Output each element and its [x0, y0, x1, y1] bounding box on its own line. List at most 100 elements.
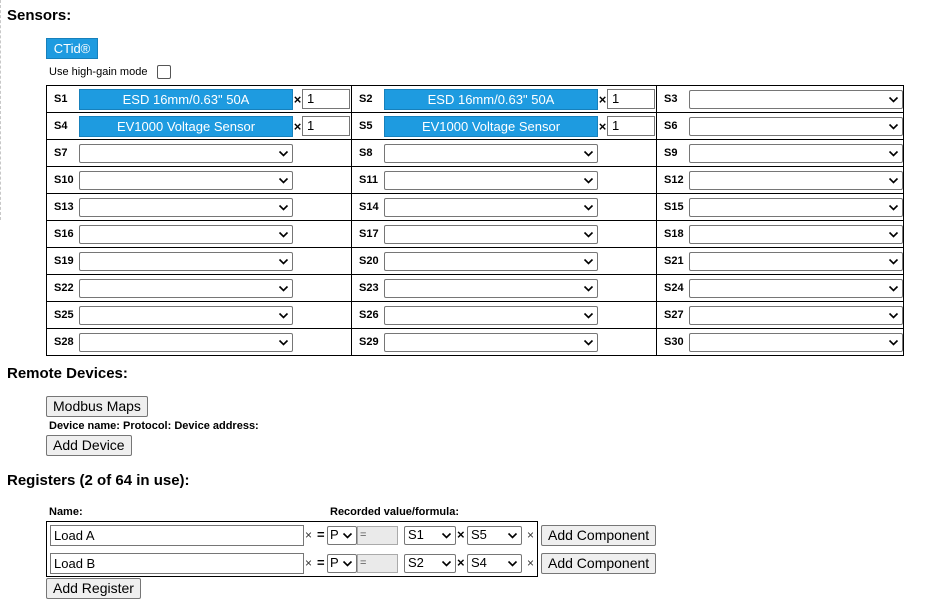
formula-op-box: =: [357, 526, 398, 545]
sensor-cell: S7: [46, 139, 352, 167]
sensor-select[interactable]: [689, 305, 903, 325]
chevron-down-icon: [888, 121, 899, 132]
sensor-select[interactable]: [689, 224, 903, 244]
chevron-down-icon: [888, 94, 899, 105]
clear-icon[interactable]: ×: [305, 528, 312, 542]
sensor-select[interactable]: [79, 305, 293, 325]
register-name-input[interactable]: Load B: [50, 553, 304, 574]
register-sensor-b-select[interactable]: S4: [467, 554, 522, 573]
sensor-select[interactable]: [384, 278, 598, 298]
sensor-cell: S1 ESD 16mm/0.63" 50A × 1: [46, 85, 352, 113]
sensor-multiplier-input[interactable]: 1: [607, 116, 655, 136]
chevron-down-icon: [583, 337, 594, 348]
remove-component-icon[interactable]: ×: [527, 556, 534, 570]
chevron-down-icon: [278, 175, 289, 186]
register-sensor-a-select[interactable]: S1: [404, 526, 456, 545]
chevron-down-icon: [888, 202, 899, 213]
register-unit-select[interactable]: P: [327, 526, 357, 545]
register-sensor-a-select[interactable]: S2: [404, 554, 456, 573]
add-component-button[interactable]: Add Component: [541, 553, 657, 574]
sensor-label: S7: [54, 147, 68, 159]
remove-component-icon[interactable]: ×: [527, 528, 534, 542]
sensor-select[interactable]: [384, 224, 598, 244]
sensor-select[interactable]: [79, 251, 293, 271]
sensor-cell: S26: [351, 301, 657, 329]
sensor-cell: S13: [46, 193, 352, 221]
chevron-down-icon: [583, 202, 594, 213]
sensor-select[interactable]: [689, 143, 903, 163]
sensor-type-button[interactable]: EV1000 Voltage Sensor: [384, 115, 598, 137]
chevron-down-icon: [441, 530, 452, 541]
sensor-select[interactable]: [384, 170, 598, 190]
sensor-multiplier-input[interactable]: 1: [302, 89, 350, 109]
sensor-cell: S4 EV1000 Voltage Sensor × 1: [46, 112, 352, 140]
sensor-cell: S28: [46, 328, 352, 356]
sensor-row: S7 S8 S9: [46, 139, 904, 167]
sensor-select[interactable]: [689, 251, 903, 271]
chevron-down-icon: [888, 148, 899, 159]
chevron-down-icon: [583, 229, 594, 240]
chevron-down-icon: [888, 337, 899, 348]
sensor-label: S1: [54, 93, 68, 105]
sensor-label: S24: [664, 282, 684, 294]
sensor-row: S19 S20 S21: [46, 247, 904, 275]
add-component-button[interactable]: Add Component: [541, 525, 657, 546]
sensor-multiplier-input[interactable]: 1: [607, 89, 655, 109]
register-unit-select[interactable]: P: [327, 554, 357, 573]
sensor-label: S5: [359, 120, 373, 132]
sensor-label: S8: [359, 147, 373, 159]
sensor-cell: S18: [656, 220, 904, 248]
sensor-select[interactable]: [384, 305, 598, 325]
sensor-select[interactable]: [384, 143, 598, 163]
add-register-button[interactable]: Add Register: [46, 578, 141, 599]
modbus-maps-button[interactable]: Modbus Maps: [46, 396, 148, 417]
sensor-select[interactable]: [384, 251, 598, 271]
register-sensor-b-value: S4: [471, 555, 487, 570]
formula-op-box: =: [357, 554, 398, 573]
sensor-cell: S2 ESD 16mm/0.63" 50A × 1: [351, 85, 657, 113]
sensor-row: S25 S26 S27: [46, 301, 904, 329]
register-sensor-b-select[interactable]: S5: [467, 526, 522, 545]
sensor-select[interactable]: [689, 170, 903, 190]
chevron-down-icon: [888, 229, 899, 240]
sensor-row: S28 S29 S30: [46, 328, 904, 356]
sensor-type-button[interactable]: ESD 16mm/0.63" 50A: [79, 88, 293, 110]
sensor-select[interactable]: [689, 116, 903, 136]
sensor-multiplier-input[interactable]: 1: [302, 116, 350, 136]
sensor-select[interactable]: [689, 197, 903, 217]
sensor-select[interactable]: [79, 278, 293, 298]
sensor-label: S11: [359, 174, 378, 186]
register-sensor-a-value: S2: [408, 555, 424, 570]
chevron-down-icon: [278, 337, 289, 348]
add-device-button[interactable]: Add Device: [46, 435, 132, 456]
sensor-label: S17: [359, 228, 379, 240]
sensor-select[interactable]: [79, 197, 293, 217]
device-columns-header: Device name: Protocol: Device address:: [49, 420, 259, 432]
sensor-cell: S3: [656, 85, 904, 113]
sensor-label: S15: [664, 201, 684, 213]
ctid-button[interactable]: CTid®: [46, 38, 98, 59]
sensor-select[interactable]: [79, 332, 293, 352]
sensor-select[interactable]: [79, 224, 293, 244]
remote-devices-heading: Remote Devices:: [7, 365, 128, 382]
clear-icon[interactable]: ×: [305, 556, 312, 570]
sensor-type-button[interactable]: ESD 16mm/0.63" 50A: [384, 88, 598, 110]
sensor-select[interactable]: [79, 143, 293, 163]
sensor-type-button[interactable]: EV1000 Voltage Sensor: [79, 115, 293, 137]
sensor-select[interactable]: [689, 332, 903, 352]
sensor-select[interactable]: [79, 170, 293, 190]
register-name-input[interactable]: Load A: [50, 525, 304, 546]
equals-sign: =: [317, 555, 325, 570]
sensor-select[interactable]: [689, 278, 903, 298]
sensor-cell: S16: [46, 220, 352, 248]
sensor-select[interactable]: [689, 89, 903, 109]
sensors-heading: Sensors:: [7, 7, 72, 24]
sensor-label: S3: [664, 93, 678, 105]
sensor-label: S30: [664, 336, 684, 348]
sensor-label: S21: [664, 255, 684, 267]
multiply-icon: ×: [598, 91, 607, 107]
sensor-select[interactable]: [384, 197, 598, 217]
register-formula-header: Recorded value/formula:: [330, 506, 459, 518]
high-gain-checkbox[interactable]: [157, 65, 171, 79]
sensor-select[interactable]: [384, 332, 598, 352]
